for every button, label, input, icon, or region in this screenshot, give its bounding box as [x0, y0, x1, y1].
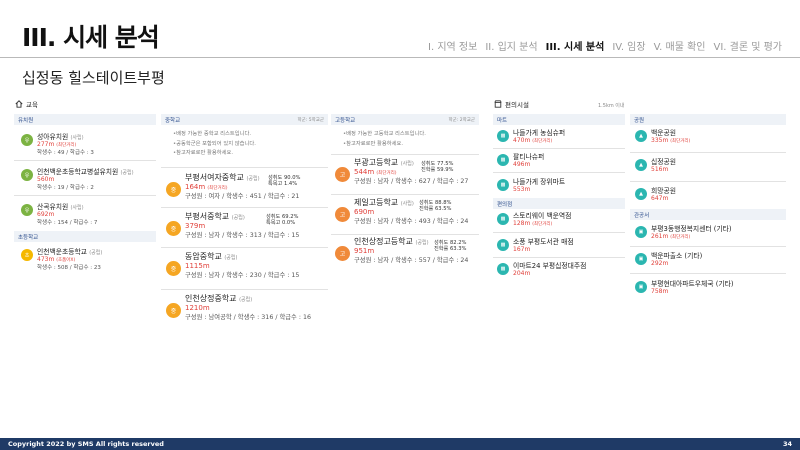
- divider: [630, 273, 786, 274]
- convenience-heading: 편의시설: [494, 99, 529, 109]
- kindergarten-header: 유치원: [14, 114, 156, 125]
- public-office-header: 관공서: [630, 209, 786, 220]
- divider: [493, 232, 625, 233]
- divider: [630, 181, 786, 182]
- divider: [161, 167, 328, 168]
- middle-school-badge: 중: [166, 261, 181, 276]
- high-school-badge: 고: [335, 167, 350, 182]
- divider: [493, 257, 625, 258]
- divider: [14, 195, 156, 196]
- store-icon: ▩: [497, 213, 509, 225]
- list-item[interactable]: ▩ 팔티나슈퍼 496m: [497, 151, 544, 168]
- middle-school-column: 중학교학군: 5학교군 배정 가능한 중학교 리스트입니다. 공동학군은 포함되…: [161, 114, 328, 163]
- divider: [493, 172, 625, 173]
- school-ratio: 성취도 90.0% 특목고 1.4%: [268, 175, 301, 187]
- middle-school-header: 중학교 학군: 5학교군: [161, 114, 328, 125]
- list-item[interactable]: ▩ 나들가게 농심슈퍼 470m (최단거리): [497, 127, 565, 144]
- list-item[interactable]: ▩ 스토리웨이 백운역점 128m (최단거리): [497, 210, 571, 227]
- convenience-radius: 1.5km 이내: [598, 103, 625, 109]
- mart-icon: ▩: [497, 130, 509, 142]
- high-school-badge: 고: [335, 207, 350, 222]
- divider: [630, 152, 786, 153]
- public-office-column: 관공서: [630, 209, 786, 220]
- high-school-column: 고등학교학군: 2학교군 배정 가능한 고등학교 리스트입니다. 참고자료로만 …: [331, 114, 479, 153]
- complex-name: 십정동 힐스테이트부평: [22, 69, 165, 87]
- store-icon: ▩: [497, 239, 509, 251]
- education-heading: 교육: [15, 99, 38, 109]
- copyright-text: Copyright 2022 by SMS All rights reserve…: [8, 440, 164, 448]
- list-item[interactable]: 중 인천상정중학교 (공립) 1210m 구성원 : 남여공학 / 학생수 : …: [166, 293, 311, 321]
- list-item[interactable]: 초 인천백운초등학교 (공립) 473m (초품아X) 학생수 : 508 / …: [21, 246, 102, 271]
- store-icon: ▩: [497, 263, 509, 275]
- mart-icon: ▩: [497, 154, 509, 166]
- middle-school-notes: 배정 가능한 중학교 리스트입니다. 공동학군은 포함되어 있지 않습니다. 참…: [161, 125, 328, 163]
- kindergarten-badge: 유: [21, 134, 33, 146]
- list-item[interactable]: 유 산곡유치원 (사립) 692m 학생수 : 154 / 학급수 : 7: [21, 201, 97, 226]
- store-icon: [494, 100, 502, 108]
- nav-item-price[interactable]: III. 시세 분석: [546, 38, 605, 53]
- list-item[interactable]: ▲ 희망공원 647m: [635, 185, 676, 202]
- divider: [331, 234, 479, 235]
- list-item[interactable]: 유 성아유치원 (사립) 277m (최단거리) 학생수 : 49 / 학급수 …: [21, 131, 94, 156]
- school-ratio: 성취도 69.2% 특목고 0.0%: [266, 214, 299, 226]
- convenience-store-column: 편의점: [493, 198, 625, 209]
- page-number: 34: [782, 440, 792, 448]
- office-icon: ▣: [635, 253, 647, 265]
- divider: [161, 207, 328, 208]
- section-nav: I. 지역 정보 II. 입지 분석 III. 시세 분석 IV. 임장 V. …: [428, 38, 782, 53]
- office-icon: ▣: [635, 226, 647, 238]
- high-school-header: 고등학교 학군: 2학교군: [331, 114, 479, 125]
- divider: [493, 148, 625, 149]
- nav-item-conclusion[interactable]: VI. 결론 및 평가: [713, 38, 782, 53]
- list-item[interactable]: ▣ 부평현대아파트우체국 (기타) 758m: [635, 278, 734, 295]
- mart-header: 마트: [493, 114, 625, 125]
- high-school-badge: 고: [335, 246, 350, 261]
- list-item[interactable]: 중 동암중학교 (공립) 1115m 구성원 : 남자 / 학생수 : 230 …: [166, 251, 299, 279]
- school-ratio: 성취도 82.2% 진학률 63.3%: [434, 240, 467, 252]
- elementary-column: 초등학교: [14, 231, 156, 242]
- divider: [161, 289, 328, 290]
- nav-item-site-visit[interactable]: IV. 임장: [612, 38, 645, 53]
- nav-item-listing[interactable]: V. 매물 확인: [654, 38, 706, 53]
- elementary-badge: 초: [21, 249, 33, 261]
- footer-bar: Copyright 2022 by SMS All rights reserve…: [0, 438, 800, 450]
- office-icon: ▣: [635, 281, 647, 293]
- park-header: 공원: [630, 114, 786, 125]
- divider: [630, 246, 786, 247]
- list-item[interactable]: ▣ 백운파출소 (기타) 292m: [635, 250, 702, 267]
- mart-icon: ▩: [497, 179, 509, 191]
- middle-school-badge: 중: [166, 182, 181, 197]
- convenience-store-header: 편의점: [493, 198, 625, 209]
- park-column: 공원: [630, 114, 786, 125]
- divider: [161, 247, 328, 248]
- kindergarten-column: 유치원: [14, 114, 156, 125]
- list-item[interactable]: 유 인천백운초등학교병설유치원 (공립) 560m 학생수 : 19 / 학급수…: [21, 166, 134, 191]
- school-ratio: 성취도 88.8% 진학률 63.5%: [419, 200, 452, 212]
- list-item[interactable]: ▣ 부평3동행정복지센터 (기타) 261m (최단거리): [635, 223, 732, 240]
- list-item[interactable]: ▩ 나들가게 장위마트 553m: [497, 176, 565, 193]
- middle-school-badge: 중: [166, 221, 181, 236]
- school-ratio: 성취도 77.5% 진학률 59.9%: [421, 161, 454, 173]
- high-school-notes: 배정 가능한 고등학교 리스트입니다. 참고자료로만 활용하세요.: [331, 125, 479, 153]
- nav-item-location[interactable]: II. 입지 분석: [485, 38, 537, 53]
- kindergarten-badge: 유: [21, 204, 33, 216]
- list-item[interactable]: ▩ 소풍 부평도서관 매점 167m: [497, 236, 574, 253]
- list-item[interactable]: ▲ 백운공원 335m (최단거리): [635, 127, 690, 144]
- elementary-header: 초등학교: [14, 231, 156, 242]
- home-icon: [15, 100, 23, 108]
- list-item[interactable]: ▩ 이마트24 부평십정대주점 204m: [497, 260, 586, 277]
- nav-item-region[interactable]: I. 지역 정보: [428, 38, 477, 53]
- middle-school-badge: 중: [166, 303, 181, 318]
- park-icon: ▲: [635, 159, 647, 171]
- list-item[interactable]: ▲ 십정공원 516m: [635, 156, 676, 173]
- divider: [331, 154, 479, 155]
- header-divider: [0, 57, 800, 58]
- mart-column: 마트: [493, 114, 625, 125]
- divider: [331, 194, 479, 195]
- park-icon: ▲: [635, 188, 647, 200]
- page-title: III. 시세 분석: [22, 23, 160, 52]
- park-icon: ▲: [635, 130, 647, 142]
- divider: [14, 160, 156, 161]
- kindergarten-badge: 유: [21, 169, 33, 181]
